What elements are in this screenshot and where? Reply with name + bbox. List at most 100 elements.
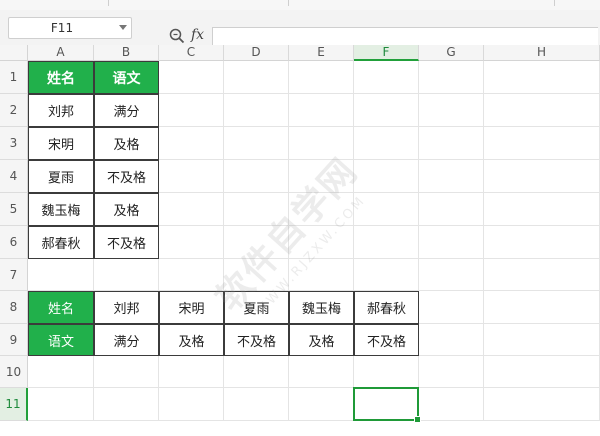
select-all-corner[interactable]	[0, 45, 28, 61]
cell-h1[interactable]	[484, 61, 600, 94]
cell-a1[interactable]: 姓名	[28, 61, 94, 94]
cell-g11[interactable]	[419, 388, 484, 421]
cell-b11[interactable]	[94, 388, 159, 421]
cell-h8[interactable]	[484, 291, 600, 324]
cell-b8[interactable]: 刘邦	[94, 291, 159, 324]
cell-b2[interactable]: 满分	[94, 94, 159, 127]
cell-h3[interactable]	[484, 127, 600, 160]
chevron-down-icon[interactable]	[119, 25, 127, 30]
row-header-6[interactable]: 6	[0, 226, 28, 259]
cell-h9[interactable]	[484, 324, 600, 356]
cell-g7[interactable]	[419, 259, 484, 291]
cell-h4[interactable]	[484, 160, 600, 193]
cell-h10[interactable]	[484, 356, 600, 388]
cell-f9[interactable]: 不及格	[354, 324, 419, 356]
cell-d8[interactable]: 夏雨	[224, 291, 289, 324]
cell-b6[interactable]: 不及格	[94, 226, 159, 259]
cell-a6[interactable]: 郝春秋	[28, 226, 94, 259]
cell-d5[interactable]	[224, 193, 289, 226]
column-header-g[interactable]: G	[419, 45, 484, 61]
cell-a4[interactable]: 夏雨	[28, 160, 94, 193]
cell-c11[interactable]	[159, 388, 224, 421]
column-header-a[interactable]: A	[28, 45, 94, 61]
cell-g4[interactable]	[419, 160, 484, 193]
cell-d7[interactable]	[224, 259, 289, 291]
cell-b9[interactable]: 满分	[94, 324, 159, 356]
cell-f6[interactable]	[354, 226, 419, 259]
cell-a10[interactable]	[28, 356, 94, 388]
cell-g10[interactable]	[419, 356, 484, 388]
cell-h6[interactable]	[484, 226, 600, 259]
cell-e1[interactable]	[289, 61, 354, 94]
cell-c8[interactable]: 宋明	[159, 291, 224, 324]
cell-a3[interactable]: 宋明	[28, 127, 94, 160]
cell-d6[interactable]	[224, 226, 289, 259]
cell-e5[interactable]	[289, 193, 354, 226]
column-header-b[interactable]: B	[94, 45, 159, 61]
cell-e10[interactable]	[289, 356, 354, 388]
fill-handle[interactable]	[414, 416, 421, 423]
column-header-h[interactable]: H	[484, 45, 600, 61]
cell-d11[interactable]	[224, 388, 289, 421]
cell-g3[interactable]	[419, 127, 484, 160]
cell-a11[interactable]	[28, 388, 94, 421]
cell-a7[interactable]	[28, 259, 94, 291]
cell-d1[interactable]	[224, 61, 289, 94]
cell-e2[interactable]	[289, 94, 354, 127]
cell-a8[interactable]: 姓名	[28, 291, 94, 324]
cell-f4[interactable]	[354, 160, 419, 193]
cell-b5[interactable]: 及格	[94, 193, 159, 226]
cell-c3[interactable]	[159, 127, 224, 160]
row-header-9[interactable]: 9	[0, 324, 28, 356]
cell-d9[interactable]: 不及格	[224, 324, 289, 356]
cell-e4[interactable]	[289, 160, 354, 193]
column-header-e[interactable]: E	[289, 45, 354, 61]
cell-e9[interactable]: 及格	[289, 324, 354, 356]
cell-b4[interactable]: 不及格	[94, 160, 159, 193]
cell-e3[interactable]	[289, 127, 354, 160]
row-header-5[interactable]: 5	[0, 193, 28, 226]
cell-f8[interactable]: 郝春秋	[354, 291, 419, 324]
row-header-7[interactable]: 7	[0, 259, 28, 291]
cell-g8[interactable]	[419, 291, 484, 324]
cell-c9[interactable]: 及格	[159, 324, 224, 356]
cell-a9[interactable]: 语文	[28, 324, 94, 356]
cell-d2[interactable]	[224, 94, 289, 127]
cell-c7[interactable]	[159, 259, 224, 291]
cell-b1[interactable]: 语文	[94, 61, 159, 94]
cell-e11[interactable]	[289, 388, 354, 421]
cell-c2[interactable]	[159, 94, 224, 127]
cell-h7[interactable]	[484, 259, 600, 291]
cell-d10[interactable]	[224, 356, 289, 388]
cell-g5[interactable]	[419, 193, 484, 226]
cell-g1[interactable]	[419, 61, 484, 94]
cell-g6[interactable]	[419, 226, 484, 259]
cell-h5[interactable]	[484, 193, 600, 226]
active-cell-outline[interactable]	[353, 387, 421, 423]
cell-c1[interactable]	[159, 61, 224, 94]
cell-f5[interactable]	[354, 193, 419, 226]
row-header-3[interactable]: 3	[0, 127, 28, 160]
cell-a5[interactable]: 魏玉梅	[28, 193, 94, 226]
cell-b7[interactable]	[94, 259, 159, 291]
cell-e7[interactable]	[289, 259, 354, 291]
cell-h2[interactable]	[484, 94, 600, 127]
row-header-2[interactable]: 2	[0, 94, 28, 127]
cell-c10[interactable]	[159, 356, 224, 388]
cell-c6[interactable]	[159, 226, 224, 259]
cell-c4[interactable]	[159, 160, 224, 193]
cell-f3[interactable]	[354, 127, 419, 160]
cell-g9[interactable]	[419, 324, 484, 356]
name-box[interactable]: F11	[8, 17, 132, 39]
fx-icon[interactable]: fx	[191, 25, 204, 45]
cell-f7[interactable]	[354, 259, 419, 291]
row-header-11[interactable]: 11	[0, 388, 28, 421]
cell-f2[interactable]	[354, 94, 419, 127]
cell-c5[interactable]	[159, 193, 224, 226]
cell-d3[interactable]	[224, 127, 289, 160]
zoom-icon[interactable]	[168, 27, 186, 45]
column-header-d[interactable]: D	[224, 45, 289, 61]
cell-d4[interactable]	[224, 160, 289, 193]
cell-e6[interactable]	[289, 226, 354, 259]
row-header-8[interactable]: 8	[0, 291, 28, 324]
